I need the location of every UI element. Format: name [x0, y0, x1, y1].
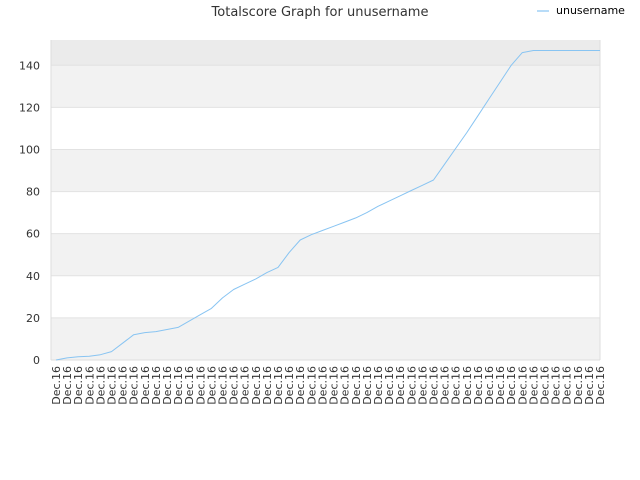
y-tick-label: 120: [19, 101, 40, 114]
plot-background: [51, 40, 600, 360]
y-tick-label: 40: [26, 270, 40, 283]
grid-band: [51, 149, 600, 192]
y-tick-label: 140: [19, 59, 40, 72]
chart-svg: 0 20 40 60 80 100 120 140 Dec.16Dec.16Dec.16Dec…: [19, 4, 625, 405]
grid-band: [51, 233, 600, 276]
x-axis: Dec.16Dec.16Dec.16Dec.16Dec.16Dec.16Dec.…: [50, 366, 607, 405]
y-tick-label: 80: [26, 186, 40, 199]
y-tick-label: 60: [26, 228, 40, 241]
y-tick-label: 100: [19, 143, 40, 156]
chart-title: Totalscore Graph for unusername: [211, 5, 429, 20]
x-tick-label: Dec.16: [594, 366, 607, 405]
y-tick-label: 20: [26, 312, 40, 325]
legend-label: unusername: [556, 4, 625, 17]
y-tick-label: 0: [33, 354, 40, 367]
grid-band-top: [51, 40, 600, 66]
grid-band: [51, 317, 600, 360]
legend[interactable]: unusername: [537, 4, 625, 17]
grid-band: [51, 65, 600, 108]
